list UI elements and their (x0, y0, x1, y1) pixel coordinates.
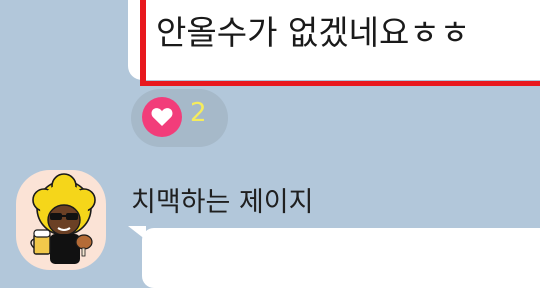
heart-icon[interactable] (142, 97, 182, 137)
message-text: 안올수가 없겠네요ㅎㅎ (156, 13, 471, 52)
character-avatar-icon (30, 173, 96, 264)
sender-name: 치맥하는 제이지 (131, 187, 314, 218)
reaction-count: 2 (190, 98, 207, 128)
next-message-bubble[interactable] (142, 228, 540, 288)
avatar[interactable] (16, 170, 106, 270)
